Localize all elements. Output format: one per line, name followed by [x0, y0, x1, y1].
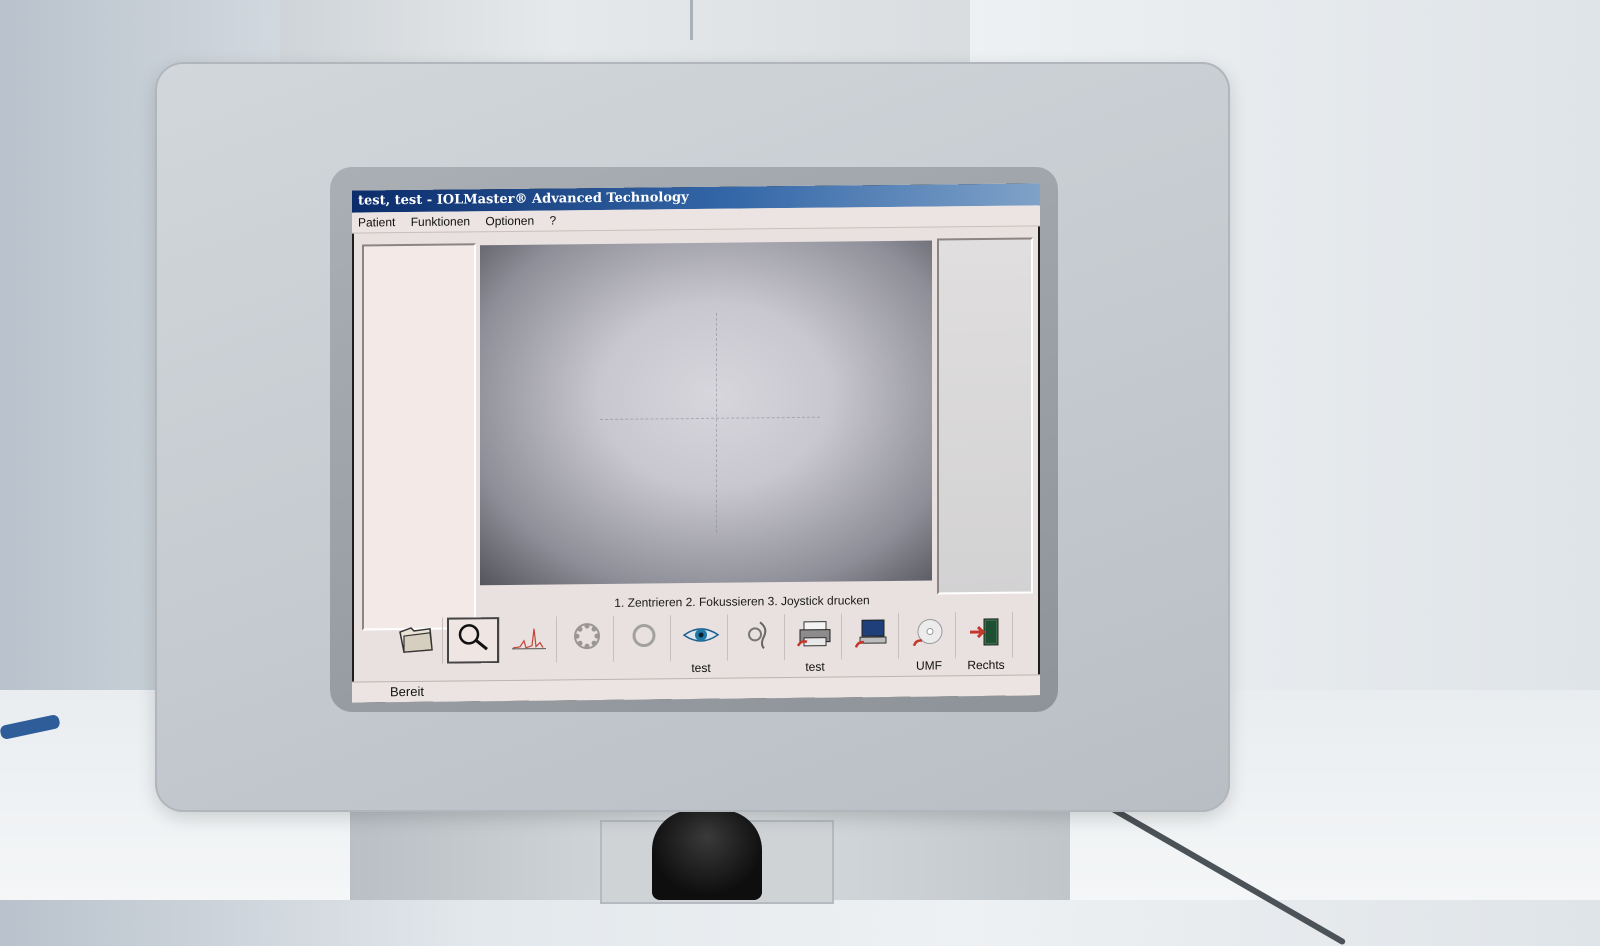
menu-optionen[interactable]: Optionen — [485, 214, 534, 229]
eye-button[interactable]: test — [675, 614, 728, 675]
menu-help[interactable]: ? — [549, 213, 556, 227]
eye-icon — [682, 628, 720, 642]
screen: test, test - IOLMaster® Advanced Technol… — [352, 183, 1040, 703]
exit-button[interactable]: Rechts — [960, 611, 1013, 672]
eye-profile-icon — [748, 621, 767, 650]
circle-button[interactable] — [618, 615, 671, 662]
eye-label: test — [691, 660, 711, 676]
exit-door-icon — [970, 618, 999, 646]
folder-button[interactable] — [390, 617, 443, 665]
exit-label: Rechts — [967, 657, 1005, 673]
print-label: test — [805, 659, 825, 674]
magnifier-icon — [458, 624, 488, 651]
toolbar: test test UMF Rechts — [390, 611, 1030, 675]
export-button[interactable] — [846, 612, 899, 660]
graph-icon — [512, 628, 546, 650]
keratometer-button[interactable] — [561, 615, 614, 663]
umf-label: UMF — [916, 658, 942, 673]
status-bar: Bereit — [352, 674, 1040, 703]
neck-seam — [690, 0, 693, 40]
print-button[interactable]: test — [789, 613, 842, 674]
status-text: Bereit — [390, 683, 424, 700]
disc-icon — [912, 619, 943, 647]
crosshair-horizontal — [600, 416, 820, 421]
joystick[interactable] — [652, 810, 762, 900]
menu-patient[interactable]: Patient — [358, 215, 395, 229]
crosshair-vertical — [716, 312, 717, 533]
keratometer-ring-icon — [574, 623, 600, 650]
left-panel — [362, 243, 476, 631]
monitor-bezel: test, test - IOLMaster® Advanced Technol… — [330, 167, 1058, 712]
printer-icon — [796, 621, 831, 647]
umf-button[interactable]: UMF — [903, 612, 956, 673]
eye-profile-button[interactable] — [732, 614, 785, 661]
computer-icon — [854, 619, 887, 648]
folder-icon — [399, 627, 433, 653]
circle-icon — [632, 624, 656, 648]
instruction-text: 1. Zentrieren 2. Fokussieren 3. Joystick… — [614, 593, 870, 610]
menu-funktionen[interactable]: Funktionen — [411, 214, 470, 229]
camera-view — [480, 240, 932, 586]
right-panel — [937, 237, 1033, 595]
graph-button[interactable] — [504, 616, 557, 664]
monitor-housing: test, test - IOLMaster® Advanced Technol… — [155, 62, 1230, 812]
magnifier-button[interactable] — [447, 617, 500, 664]
